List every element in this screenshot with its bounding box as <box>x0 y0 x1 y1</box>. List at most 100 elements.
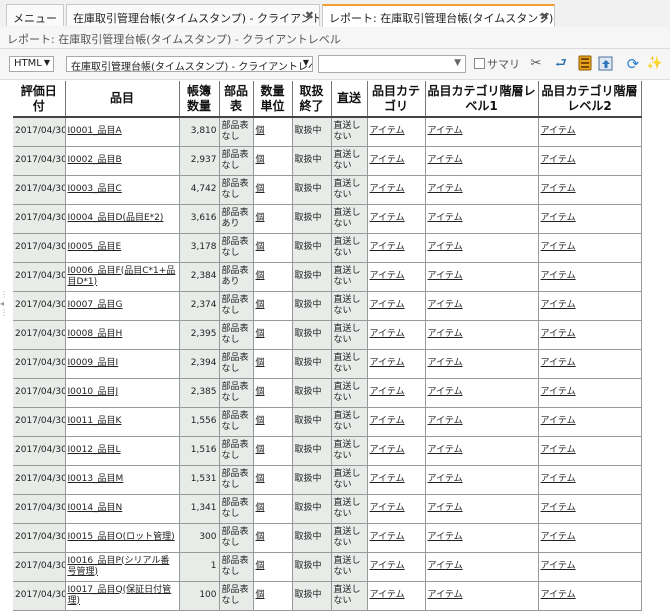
category-link[interactable]: アイテム <box>370 532 405 542</box>
uom-link[interactable]: 個 <box>256 329 265 339</box>
uom-link[interactable]: 個 <box>256 271 265 281</box>
category-level1-link[interactable]: アイテム <box>428 561 463 571</box>
category-link[interactable]: アイテム <box>370 213 405 223</box>
category-level2-link[interactable]: アイテム <box>541 213 576 223</box>
item-link[interactable]: I0007_品目G <box>68 300 123 310</box>
category-level1-link[interactable]: アイテム <box>428 155 463 165</box>
column-header[interactable]: 帳簿数量 <box>179 81 220 118</box>
item-link[interactable]: I0006_品目F(品目C*1+品目D*1) <box>68 266 176 287</box>
category-level2-link[interactable]: アイテム <box>541 329 576 339</box>
item-link[interactable]: I0011_品目K <box>68 416 122 426</box>
category-link[interactable]: アイテム <box>370 329 405 339</box>
category-level2-link[interactable]: アイテム <box>541 503 576 513</box>
archive-icon[interactable] <box>576 55 594 73</box>
category-level1-link[interactable]: アイテム <box>428 126 463 136</box>
item-link[interactable]: I0013_品目M <box>68 474 124 484</box>
category-level1-link[interactable]: アイテム <box>428 445 463 455</box>
category-level1-link[interactable]: アイテム <box>428 213 463 223</box>
column-header[interactable]: 直送 <box>331 81 368 118</box>
category-link[interactable]: アイテム <box>370 590 405 600</box>
category-level2-link[interactable]: アイテム <box>541 416 576 426</box>
export-icon[interactable] <box>597 55 615 73</box>
item-link[interactable]: I0017_品目Q(保証日付管理) <box>68 585 172 606</box>
uom-link[interactable]: 個 <box>256 561 265 571</box>
item-link[interactable]: I0016_品目P(シリアル番号管理) <box>68 556 170 577</box>
column-header[interactable]: 評価日付 <box>13 81 66 118</box>
splitter-handle[interactable]: ⋮ ◂ ⋮ <box>0 290 8 330</box>
category-link[interactable]: アイテム <box>370 126 405 136</box>
refresh-icon[interactable]: ⟳ <box>624 55 642 73</box>
category-link[interactable]: アイテム <box>370 561 405 571</box>
report-select[interactable]: 在庫取引管理台帳(タイムスタンプ) - クライアントレベル ▼ <box>66 56 313 72</box>
category-link[interactable]: アイテム <box>370 155 405 165</box>
column-header[interactable]: 部品表 <box>219 81 254 118</box>
category-level1-link[interactable]: アイテム <box>428 532 463 542</box>
category-level1-link[interactable]: アイテム <box>428 590 463 600</box>
uom-link[interactable]: 個 <box>256 445 265 455</box>
category-level2-link[interactable]: アイテム <box>541 445 576 455</box>
column-header[interactable]: 品目カテゴリ <box>367 81 426 118</box>
settings-icon[interactable]: ✂ <box>527 55 545 73</box>
category-link[interactable]: アイテム <box>370 184 405 194</box>
item-link[interactable]: I0003_品目C <box>68 184 122 194</box>
category-level2-link[interactable]: アイテム <box>541 126 576 136</box>
category-link[interactable]: アイテム <box>370 416 405 426</box>
checkbox-box[interactable] <box>474 58 485 69</box>
category-level1-link[interactable]: アイテム <box>428 300 463 310</box>
category-level1-link[interactable]: アイテム <box>428 416 463 426</box>
category-level2-link[interactable]: アイテム <box>541 561 576 571</box>
item-link[interactable]: I0012_品目L <box>68 445 121 455</box>
category-level1-link[interactable]: アイテム <box>428 387 463 397</box>
category-level1-link[interactable]: アイテム <box>428 474 463 484</box>
item-link[interactable]: I0005_品目E <box>68 242 122 252</box>
uom-link[interactable]: 個 <box>256 474 265 484</box>
item-link[interactable]: I0002_品目B <box>68 155 122 165</box>
item-link[interactable]: I0001_品目A <box>68 126 122 136</box>
category-level2-link[interactable]: アイテム <box>541 474 576 484</box>
summary-checkbox[interactable]: サマリ <box>474 56 520 72</box>
criteria-combo[interactable]: ▼ <box>318 55 466 73</box>
category-level2-link[interactable]: アイテム <box>541 387 576 397</box>
item-link[interactable]: I0015_品目O(ロット管理) <box>68 532 175 542</box>
uom-link[interactable]: 個 <box>256 126 265 136</box>
uom-link[interactable]: 個 <box>256 416 265 426</box>
item-link[interactable]: I0010_品目J <box>68 387 119 397</box>
column-header[interactable]: 取扱終了 <box>292 81 332 118</box>
column-header[interactable]: 品目カテゴリ階層レベル2 <box>538 81 642 118</box>
uom-link[interactable]: 個 <box>256 242 265 252</box>
category-level2-link[interactable]: アイテム <box>541 184 576 194</box>
category-level1-link[interactable]: アイテム <box>428 329 463 339</box>
category-link[interactable]: アイテム <box>370 445 405 455</box>
category-level2-link[interactable]: アイテム <box>541 271 576 281</box>
uom-link[interactable]: 個 <box>256 155 265 165</box>
item-link[interactable]: I0014_品目N <box>68 503 123 513</box>
category-link[interactable]: アイテム <box>370 503 405 513</box>
category-link[interactable]: アイテム <box>370 242 405 252</box>
category-level2-link[interactable]: アイテム <box>541 358 576 368</box>
item-link[interactable]: I0009_品目I <box>68 358 119 368</box>
category-level1-link[interactable]: アイテム <box>428 242 463 252</box>
format-select[interactable]: HTML ▼ <box>9 56 54 72</box>
category-link[interactable]: アイテム <box>370 387 405 397</box>
category-level1-link[interactable]: アイテム <box>428 271 463 281</box>
uom-link[interactable]: 個 <box>256 300 265 310</box>
category-level2-link[interactable]: アイテム <box>541 300 576 310</box>
uom-link[interactable]: 個 <box>256 590 265 600</box>
uom-link[interactable]: 個 <box>256 213 265 223</box>
close-icon[interactable]: ✖ <box>305 9 314 22</box>
category-level2-link[interactable]: アイテム <box>541 590 576 600</box>
category-link[interactable]: アイテム <box>370 474 405 484</box>
category-link[interactable]: アイテム <box>370 300 405 310</box>
item-link[interactable]: I0004_品目D(品目E*2) <box>68 213 164 223</box>
item-link[interactable]: I0008_品目H <box>68 329 123 339</box>
category-level1-link[interactable]: アイテム <box>428 358 463 368</box>
category-level2-link[interactable]: アイテム <box>541 155 576 165</box>
uom-link[interactable]: 個 <box>256 387 265 397</box>
column-header[interactable]: 品目 <box>65 81 180 118</box>
column-header[interactable]: 品目カテゴリ階層レベル1 <box>425 81 539 118</box>
uom-link[interactable]: 個 <box>256 184 265 194</box>
category-level1-link[interactable]: アイテム <box>428 503 463 513</box>
category-level1-link[interactable]: アイテム <box>428 184 463 194</box>
close-icon[interactable]: ✖ <box>540 10 549 23</box>
column-header[interactable]: 数量単位 <box>253 81 293 118</box>
